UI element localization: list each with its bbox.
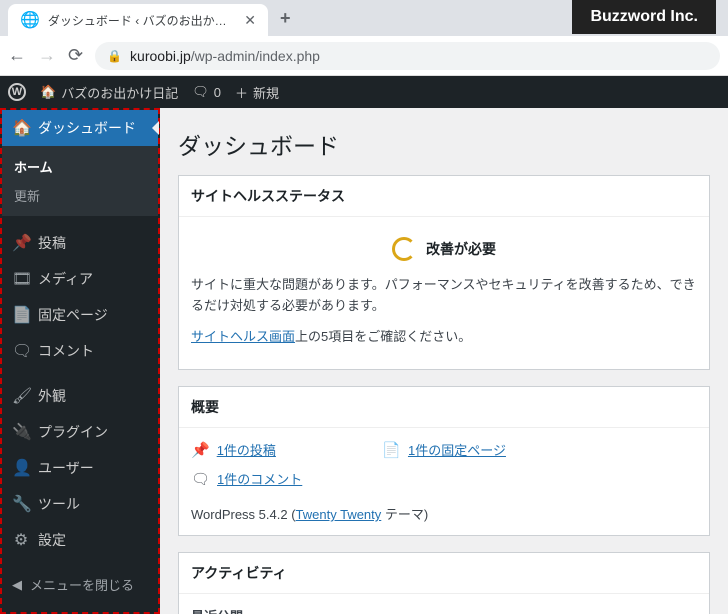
panel-header: 概要 [179, 387, 709, 428]
new-tab-button[interactable]: + [280, 8, 291, 29]
panel-activity: アクティビティ 最近公開 今日 11:38 午前 Hello world! [178, 552, 710, 614]
sidebar-item-media[interactable]: 🎞 メディア [2, 261, 158, 297]
sidebar-collapse-button[interactable]: ◀ メニューを閉じる [2, 567, 158, 602]
panel-header: サイトヘルスステータス [179, 176, 709, 217]
settings-icon: ⚙ [12, 530, 30, 550]
wrench-icon: 🔧 [12, 494, 30, 514]
sidebar-item-tools[interactable]: 🔧 ツール [2, 486, 158, 522]
sidebar-item-label: 投稿 [38, 233, 66, 253]
browser-toolbar: ← → ⟳ 🔒 kuroobi.jp/wp-admin/index.php [0, 36, 728, 76]
comments-count: 0 [214, 85, 221, 100]
comment-icon: 🗨 [191, 470, 210, 488]
brush-icon: 🖌 [12, 386, 30, 406]
forward-button[interactable]: → [38, 45, 56, 66]
sidebar-item-label: メディア [38, 269, 93, 289]
sidebar-item-label: 固定ページ [38, 305, 108, 325]
sidebar-item-pages[interactable]: 📄 固定ページ [2, 297, 158, 333]
sidebar-item-label: ダッシュボード [38, 118, 136, 138]
pin-icon: 📌 [191, 441, 210, 459]
health-check-line: サイトヘルス画面上の5項目をご確認ください。 [191, 327, 697, 348]
sidebar-item-comments[interactable]: 🗨 コメント [2, 333, 158, 369]
home-icon: 🏠 [40, 84, 56, 100]
sidebar-item-label: ユーザー [38, 458, 94, 478]
sidebar-item-label: コメント [38, 341, 94, 361]
sidebar-subitem-updates[interactable]: 更新 [2, 181, 158, 210]
comments-menu[interactable]: 🗨 0 [192, 84, 221, 100]
pin-icon: 📌 [12, 233, 30, 253]
back-button[interactable]: ← [8, 45, 26, 66]
site-health-status: 改善が必要 [191, 229, 697, 275]
theme-link[interactable]: Twenty Twenty [296, 507, 382, 522]
summary-posts-link[interactable]: 1件の投稿 [217, 440, 276, 459]
sidebar-item-label: 設定 [38, 530, 66, 550]
brand-label: Buzzword Inc. [572, 0, 716, 34]
health-description: サイトに重大な問題があります。パフォーマンスやセキュリティを改善するため、できる… [191, 275, 697, 317]
page-icon: 📄 [382, 441, 401, 459]
tab-title: ダッシュボード ‹ バズのお出かけ日記 – [48, 12, 236, 29]
site-health-link[interactable]: サイトヘルス画面 [191, 329, 295, 344]
collapse-label: メニューを閉じる [30, 575, 134, 594]
wp-logo-menu[interactable]: W [8, 83, 26, 101]
panel-header: アクティビティ [179, 553, 709, 594]
browser-tab-bar: 🌐 ダッシュボード ‹ バズのお出かけ日記 – ✕ + Buzzword Inc… [0, 0, 728, 36]
summary-pages-link[interactable]: 1件の固定ページ [408, 440, 506, 459]
new-label: 新規 [253, 83, 279, 102]
site-name-menu[interactable]: 🏠 バズのお出かけ日記 [40, 83, 178, 102]
media-icon: 🎞 [12, 269, 30, 289]
sidebar-item-settings[interactable]: ⚙ 設定 [2, 522, 158, 558]
plugin-icon: 🔌 [12, 422, 30, 442]
panel-at-a-glance: 概要 📌 1件の投稿 🗨 1件のコメント [178, 386, 710, 536]
panel-site-health: サイトヘルスステータス 改善が必要 サイトに重大な問題があります。パフォーマンス… [178, 175, 710, 370]
close-icon[interactable]: ✕ [244, 12, 256, 29]
user-icon: 👤 [12, 458, 30, 478]
sidebar-item-users[interactable]: 👤 ユーザー [2, 450, 158, 486]
lock-icon: 🔒 [107, 49, 122, 63]
sidebar-item-dashboard[interactable]: 🏠 ダッシュボード [2, 110, 158, 146]
sidebar-item-posts[interactable]: 📌 投稿 [2, 225, 158, 261]
activity-section-title: 最近公開 [191, 606, 697, 614]
summary-comments[interactable]: 🗨 1件のコメント [191, 469, 302, 488]
address-bar[interactable]: 🔒 kuroobi.jp/wp-admin/index.php [95, 42, 720, 70]
comment-icon: 🗨 [192, 84, 209, 100]
status-label: 改善が必要 [426, 239, 496, 259]
main-content: ダッシュボード サイトヘルスステータス 改善が必要 サイトに重大な問題があります… [160, 108, 728, 614]
sidebar-item-plugins[interactable]: 🔌 プラグイン [2, 414, 158, 450]
wordpress-version: WordPress 5.4.2 (Twenty Twenty テーマ) [191, 504, 697, 523]
page-icon: 📄 [12, 305, 30, 325]
site-name-label: バズのお出かけ日記 [61, 83, 178, 102]
summary-comments-link[interactable]: 1件のコメント [217, 469, 302, 488]
comment-icon: 🗨 [12, 341, 30, 361]
page-title: ダッシュボード [178, 118, 710, 175]
globe-icon: 🌐 [20, 10, 40, 30]
sidebar-subitem-home[interactable]: ホーム [2, 152, 158, 181]
sidebar-item-label: ツール [38, 494, 80, 514]
collapse-icon: ◀ [12, 577, 22, 593]
sidebar-item-appearance[interactable]: 🖌 外観 [2, 378, 158, 414]
summary-posts[interactable]: 📌 1件の投稿 [191, 440, 276, 459]
sidebar-item-label: 外観 [38, 386, 66, 406]
wp-admin-bar: W 🏠 バズのお出かけ日記 🗨 0 ＋ 新規 [0, 76, 728, 108]
dashboard-icon: 🏠 [12, 118, 30, 138]
summary-pages[interactable]: 📄 1件の固定ページ [382, 440, 506, 459]
wordpress-icon: W [8, 83, 26, 101]
sidebar-item-label: プラグイン [38, 422, 108, 442]
browser-tab[interactable]: 🌐 ダッシュボード ‹ バズのお出かけ日記 – ✕ [8, 4, 268, 36]
admin-sidebar: 🏠 ダッシュボード ホーム 更新 📌 投稿 🎞 メディア 📄 固定ページ 🗨 コ… [0, 108, 160, 614]
plus-icon: ＋ [235, 83, 248, 102]
reload-button[interactable]: ⟳ [68, 45, 83, 66]
status-spinner-icon [392, 237, 416, 261]
new-content-menu[interactable]: ＋ 新規 [235, 83, 279, 102]
url-text: kuroobi.jp/wp-admin/index.php [130, 48, 320, 64]
